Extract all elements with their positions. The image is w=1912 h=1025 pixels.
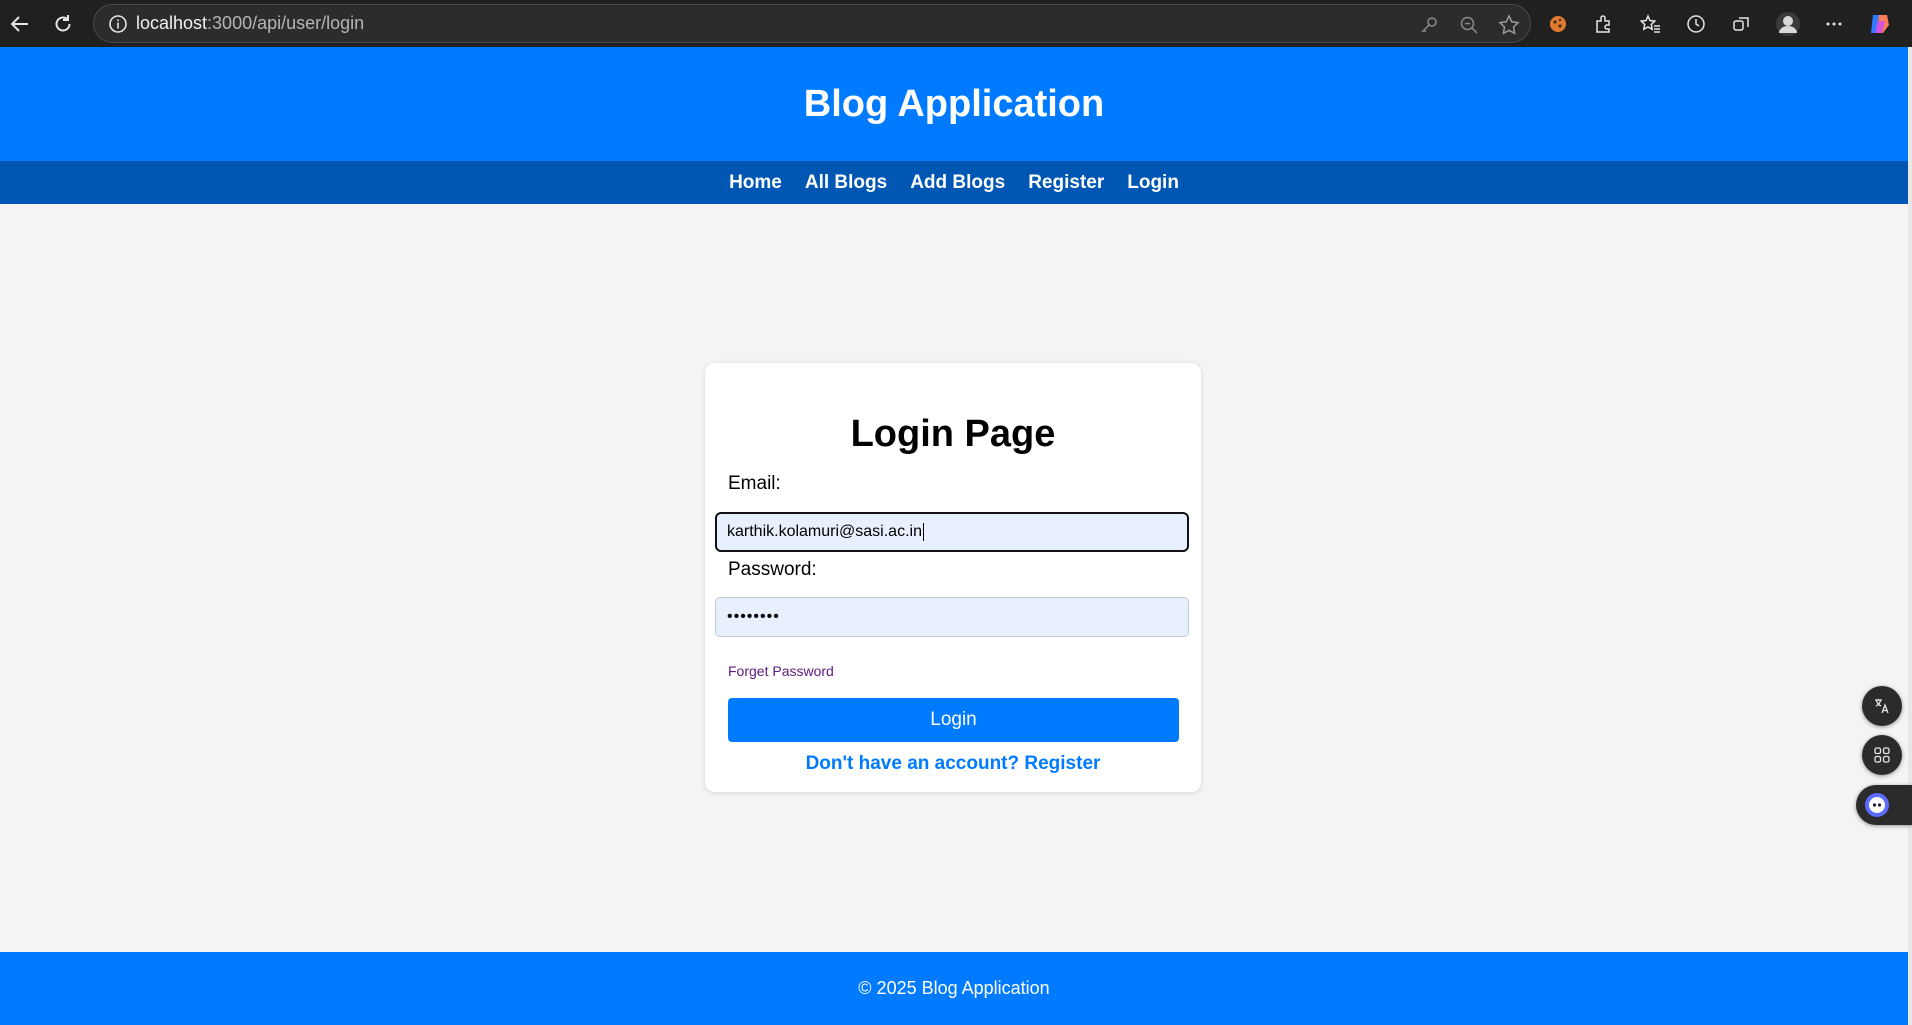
history-icon[interactable] — [1683, 11, 1709, 37]
nav-login[interactable]: Login — [1127, 172, 1179, 194]
more-menu-icon[interactable] — [1821, 11, 1847, 37]
login-heading: Login Page — [850, 413, 1056, 455]
nav-register[interactable]: Register — [1028, 172, 1104, 194]
email-field[interactable]: karthik.kolamuri@sasi.ac.in — [715, 512, 1189, 552]
scrollbar[interactable] — [1908, 47, 1912, 1025]
email-label: Email: — [728, 473, 781, 494]
collections-icon[interactable] — [1729, 11, 1755, 37]
email-value: karthik.kolamuri@sasi.ac.in — [727, 523, 922, 540]
assistant-widget-icon[interactable] — [1856, 785, 1912, 825]
cookie-extension-icon[interactable] — [1545, 11, 1571, 37]
site-nav: Home All Blogs Add Blogs Register Login — [0, 161, 1908, 204]
apps-icon[interactable] — [1862, 735, 1902, 775]
site-title: Blog Application — [803, 82, 1105, 125]
text-caret — [922, 523, 924, 541]
copilot-icon[interactable] — [1867, 11, 1893, 37]
login-card: Login Page Email: karthik.kolamuri@sasi.… — [705, 363, 1201, 792]
zoom-icon[interactable] — [1458, 14, 1480, 36]
nav-all-blogs[interactable]: All Blogs — [805, 172, 887, 194]
translate-icon[interactable] — [1862, 686, 1902, 726]
password-field[interactable]: •••••••• — [715, 597, 1189, 637]
refresh-icon[interactable] — [43, 4, 83, 44]
register-link[interactable]: Don't have an account? Register — [705, 753, 1201, 775]
favorites-icon[interactable] — [1637, 11, 1663, 37]
address-bar[interactable]: localhost:3000/api/user/login — [93, 4, 1531, 43]
password-value: •••••••• — [727, 608, 780, 625]
site-header: Blog Application — [0, 47, 1908, 161]
password-label: Password: — [728, 559, 817, 580]
url-text: localhost:3000/api/user/login — [136, 13, 365, 33]
site-info-icon[interactable] — [100, 14, 136, 34]
footer-text: © 2025 Blog Application — [858, 978, 1050, 998]
page-content: Blog Application Home All Blogs Add Blog… — [0, 47, 1908, 1025]
extensions-icon[interactable] — [1591, 11, 1617, 37]
login-button[interactable]: Login — [728, 698, 1179, 742]
forget-password-link[interactable]: Forget Password — [728, 663, 834, 679]
nav-home[interactable]: Home — [729, 172, 782, 194]
nav-add-blogs[interactable]: Add Blogs — [910, 172, 1005, 194]
site-footer: © 2025 Blog Application — [0, 952, 1908, 1025]
favorite-star-icon[interactable] — [1498, 13, 1520, 36]
key-icon[interactable] — [1418, 14, 1440, 36]
browser-toolbar: localhost:3000/api/user/login — [0, 0, 1912, 47]
back-icon[interactable] — [0, 4, 40, 44]
profile-avatar-icon[interactable] — [1775, 11, 1801, 37]
